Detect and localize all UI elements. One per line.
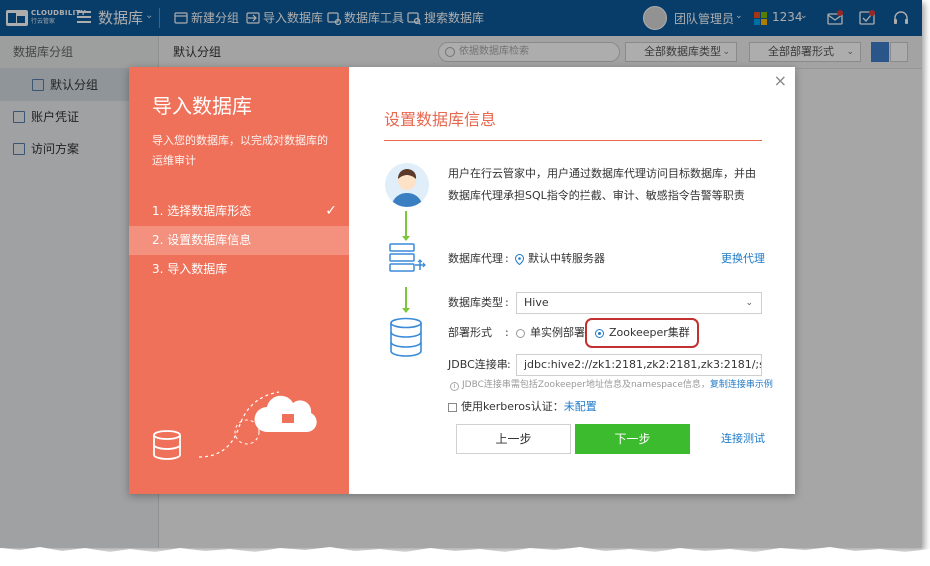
flow-arrow (402, 287, 410, 313)
radio-single-instance[interactable]: 单实例部署 (516, 323, 585, 343)
connection-test-link[interactable]: 连接测试 (721, 431, 765, 447)
next-step-button[interactable]: 下一步 (575, 424, 690, 454)
wizard-step-1[interactable]: 1. 选择数据库形态 ✓ (129, 197, 349, 226)
wizard-step-label: 3. 导入数据库 (152, 262, 228, 276)
proxy-value-text: 默认中转服务器 (528, 252, 605, 265)
wizard-title: 导入数据库 (152, 94, 252, 118)
kerberos-checkbox[interactable] (448, 402, 457, 412)
database-type-value: Hive (524, 296, 549, 309)
deploy-form-label: 部署形式 (448, 326, 492, 339)
proxy-value: 默认中转服务器 (515, 249, 605, 269)
title-underline (384, 140, 762, 141)
kerberos-option[interactable]: 使用kerberos认证： 未配置 (448, 400, 597, 414)
check-icon: ✓ (325, 203, 337, 219)
kerberos-config-link[interactable]: 未配置 (564, 400, 597, 414)
jdbc-hint-text: JDBC连接串需包括Zookeeper地址信息及namespace信息， (462, 380, 710, 390)
user-avatar-icon (385, 163, 429, 207)
database-icon (390, 317, 422, 357)
close-icon[interactable]: × (774, 73, 787, 89)
label-colon: : (505, 296, 509, 309)
chevron-down-icon: ⌄ (745, 298, 753, 308)
label-colon: : (505, 252, 509, 265)
previous-step-button[interactable]: 上一步 (456, 424, 571, 454)
radio-label: 单实例部署 (530, 326, 585, 339)
wizard-steps-panel: 导入数据库 导入您的数据库，以完成对数据库的运维审计 1. 选择数据库形态 ✓ … (129, 67, 349, 494)
torn-edge-decoration (0, 547, 930, 566)
location-pin-icon (515, 253, 524, 265)
wizard-subtitle: 导入您的数据库，以完成对数据库的运维审计 (152, 134, 328, 167)
wizard-step-2[interactable]: 2. 设置数据库信息 (129, 226, 349, 255)
annotation-highlight (585, 318, 699, 348)
wizard-step-label: 1. 选择数据库形态 (152, 204, 252, 218)
kerberos-label: 使用kerberos认证： (461, 400, 564, 413)
form-title: 设置数据库信息 (384, 110, 497, 129)
database-type-label: 数据库类型 (448, 296, 503, 309)
radio-button-icon (516, 328, 525, 338)
cloud-upload-illustration (153, 391, 317, 460)
info-icon: i (450, 382, 459, 391)
import-database-dialog: 导入数据库 导入您的数据库，以完成对数据库的运维审计 1. 选择数据库形态 ✓ … (129, 67, 795, 494)
label-colon: : (505, 326, 509, 339)
jdbc-label: JDBC连接串 (448, 358, 508, 371)
app-window: CLOUDBILITY 行云管家 数据库 ⌄ 新建分组 导入数据库 数据库工具 … (0, 0, 922, 548)
flow-arrow (402, 211, 410, 241)
database-type-select[interactable]: Hive ⌄ (516, 292, 762, 314)
proxy-description: 用户在行云管家中，用户通过数据库代理访问目标数据库，并由数据库代理承担SQL指令… (448, 167, 756, 202)
wizard-step-label: 2. 设置数据库信息 (152, 233, 252, 247)
copy-example-link[interactable]: 复制连接串示例 (710, 380, 773, 390)
change-proxy-link[interactable]: 更换代理 (721, 249, 765, 269)
proxy-server-icon (389, 243, 426, 272)
proxy-label: 数据库代理 (448, 252, 503, 265)
label-colon: : (507, 358, 511, 371)
wizard-step-3[interactable]: 3. 导入数据库 (129, 255, 349, 284)
jdbc-connection-input[interactable]: jdbc:hive2://zk1:2181,zk2:2181,zk3:2181/… (516, 354, 762, 376)
jdbc-hint: i JDBC连接串需包括Zookeeper地址信息及namespace信息，复制连… (450, 378, 773, 392)
